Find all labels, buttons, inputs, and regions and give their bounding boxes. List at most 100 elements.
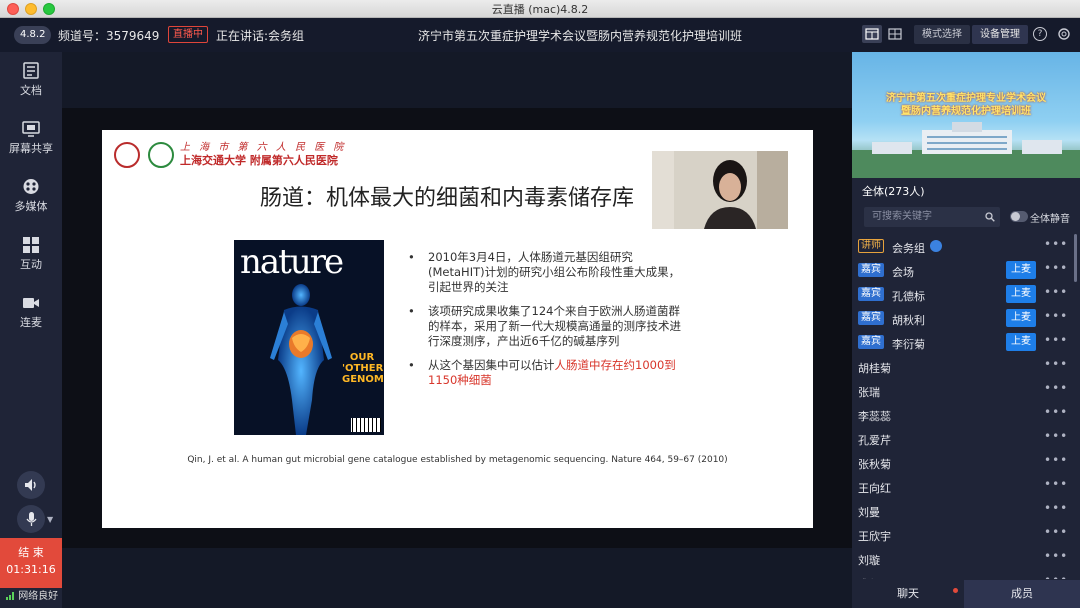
microphone-icon bbox=[26, 512, 37, 526]
more-options-icon[interactable]: ••• bbox=[1044, 333, 1068, 347]
member-name: 胡桂菊 bbox=[858, 362, 891, 375]
sidebar-item-label: 多媒体 bbox=[14, 200, 48, 213]
more-options-icon[interactable]: ••• bbox=[1044, 501, 1068, 515]
hospital-name: 上 海 市 第 六 人 民 医 院 上海交通大学 附属第六人民医院 bbox=[180, 142, 346, 167]
invite-mic-button[interactable]: 上麦 bbox=[1006, 285, 1036, 303]
member-row[interactable]: 嘉宾 胡秋利 上麦 ••• bbox=[852, 306, 1080, 330]
bullet-text: 该项研究成果收集了124个来自于欧洲人肠道菌群的样本，采用了新一代大规模高通量的… bbox=[428, 304, 681, 348]
member-list: 讲师 会务组 ••• 嘉宾 会场 上麦 ••• 嘉宾 孔德标 上麦 ••• 嘉宾 胡秋利 上麦 ••• 嘉宾李… bbox=[852, 234, 1080, 579]
settings-icon[interactable] bbox=[1056, 26, 1072, 45]
member-row[interactable]: 讲师 会务组 ••• bbox=[852, 234, 1080, 258]
left-toolbar: 文档 屏幕共享 多媒体 互动 连麦 ▼ 结 束 01:31:16 bbox=[0, 52, 62, 608]
citation: Qin, J. et al. A human gut microbial gen… bbox=[187, 455, 728, 465]
member-row[interactable]: 嘉宾 李衍菊 上麦 ••• bbox=[852, 330, 1080, 354]
member-name: 李蕊蕊 bbox=[858, 410, 891, 423]
help-icon[interactable]: ? bbox=[1033, 27, 1047, 41]
sidebar-item-document[interactable]: 文档 bbox=[0, 62, 62, 98]
screen-share-icon bbox=[22, 121, 40, 137]
member-row[interactable]: 孔爱芹 ••• bbox=[852, 426, 1080, 450]
cover-headline: OUR 'OTHER' GENOME bbox=[342, 352, 384, 385]
member-row[interactable]: 嘉宾 孔德标 上麦 ••• bbox=[852, 282, 1080, 306]
grid-icon bbox=[23, 237, 39, 253]
invite-mic-button[interactable]: 上麦 bbox=[1006, 333, 1036, 351]
end-live-button[interactable]: 结 束 01:31:16 bbox=[0, 538, 62, 588]
network-status-text: 网络良好 bbox=[18, 591, 59, 602]
mute-all-label: 全体静音 bbox=[1030, 214, 1070, 225]
more-options-icon[interactable]: ••• bbox=[1044, 237, 1068, 251]
more-options-icon[interactable]: ••• bbox=[1044, 285, 1068, 299]
live-duration: 01:31:16 bbox=[6, 563, 56, 576]
member-row[interactable]: 王欣宇 ••• bbox=[852, 522, 1080, 546]
sidebar-item-label: 连麦 bbox=[20, 316, 42, 329]
member-list-scrollbar[interactable] bbox=[1074, 234, 1077, 282]
tab-chat[interactable]: 聊天 bbox=[852, 580, 964, 608]
more-options-icon[interactable]: ••• bbox=[1044, 453, 1068, 467]
presenter-video bbox=[652, 151, 788, 229]
member-row[interactable]: 盛馨 ••• bbox=[852, 570, 1080, 579]
more-options-icon[interactable]: ••• bbox=[1044, 477, 1068, 491]
member-name: 会场 bbox=[892, 266, 914, 279]
search-icon[interactable] bbox=[985, 212, 995, 222]
member-search-input[interactable]: 可搜索关键字 bbox=[864, 207, 1000, 227]
presentation-stage: 上 海 市 第 六 人 民 医 院 上海交通大学 附属第六人民医院 肠道：机体最… bbox=[62, 52, 852, 608]
member-row[interactable]: 刘璇 ••• bbox=[852, 546, 1080, 570]
sidebar-item-interaction[interactable]: 互动 bbox=[0, 236, 62, 272]
event-banner: 济宁市第五次重症护理专业学术会议 暨肠内营养规范化护理培训班 bbox=[852, 52, 1080, 178]
bullet-item: 2010年3月4日，人体肠道元基因组研究(MetaHIT)计划的研究小组公布阶段… bbox=[408, 250, 688, 295]
more-options-icon[interactable]: ••• bbox=[1044, 405, 1068, 419]
device-manage-button[interactable]: 设备管理 bbox=[972, 25, 1028, 44]
member-name: 孔德标 bbox=[892, 290, 925, 303]
member-row[interactable]: 张瑞 ••• bbox=[852, 378, 1080, 402]
sidebar-item-screen-share[interactable]: 屏幕共享 bbox=[0, 120, 62, 156]
member-name: 王向红 bbox=[858, 482, 891, 495]
more-options-icon[interactable]: ••• bbox=[1044, 309, 1068, 323]
hospital-seal-logo bbox=[114, 142, 140, 168]
more-options-icon[interactable]: ••• bbox=[1044, 381, 1068, 395]
more-options-icon[interactable]: ••• bbox=[1044, 261, 1068, 275]
more-options-icon[interactable]: ••• bbox=[1044, 549, 1068, 563]
member-name: 王欣宇 bbox=[858, 530, 891, 543]
camera-icon bbox=[23, 298, 39, 308]
layout-single-icon[interactable] bbox=[862, 25, 882, 43]
search-placeholder: 可搜索关键字 bbox=[872, 211, 932, 222]
member-name: 李衍菊 bbox=[892, 338, 925, 351]
invite-mic-button[interactable]: 上麦 bbox=[1006, 261, 1036, 279]
more-options-icon[interactable]: ••• bbox=[1044, 525, 1068, 539]
layout-grid-icon[interactable] bbox=[885, 25, 905, 43]
more-options-icon[interactable]: ••• bbox=[1044, 573, 1068, 579]
member-row[interactable]: 王向红 ••• bbox=[852, 474, 1080, 498]
channel-number: 频道号：3579649 bbox=[58, 29, 160, 43]
member-name: 孔爱芹 bbox=[858, 434, 891, 447]
member-row[interactable]: 刘曼 ••• bbox=[852, 498, 1080, 522]
presenter-camera bbox=[652, 151, 788, 229]
invite-mic-button[interactable]: 上麦 bbox=[1006, 309, 1036, 327]
mute-all-toggle[interactable] bbox=[1010, 211, 1028, 222]
slide-viewport: 上 海 市 第 六 人 民 医 院 上海交通大学 附属第六人民医院 肠道：机体最… bbox=[62, 108, 852, 548]
hospital-name-line2: 上海交通大学 附属第六人民医院 bbox=[180, 154, 338, 167]
member-row[interactable]: 张秋菊 ••• bbox=[852, 450, 1080, 474]
slide: 上 海 市 第 六 人 民 医 院 上海交通大学 附属第六人民医院 肠道：机体最… bbox=[102, 130, 813, 528]
mode-select-button[interactable]: 模式选择 bbox=[914, 25, 970, 44]
bullet-list: 2010年3月4日，人体肠道元基因组研究(MetaHIT)计划的研究小组公布阶段… bbox=[408, 250, 688, 397]
member-name: 张秋菊 bbox=[858, 458, 891, 471]
sidebar-item-media[interactable]: 多媒体 bbox=[0, 178, 62, 214]
right-panel: 济宁市第五次重症护理专业学术会议 暨肠内营养规范化护理培训班 全体(273人) … bbox=[852, 52, 1080, 608]
university-logo bbox=[148, 142, 174, 168]
more-options-icon[interactable]: ••• bbox=[1044, 357, 1068, 371]
meeting-title: 济宁市第五次重症护理学术会议暨肠内营养规范化护理培训班 bbox=[417, 29, 742, 43]
microphone-button[interactable] bbox=[17, 505, 45, 533]
sidebar-item-co-host[interactable]: 连麦 bbox=[0, 294, 62, 330]
member-row[interactable]: 嘉宾 会场 上麦 ••• bbox=[852, 258, 1080, 282]
more-options-icon[interactable]: ••• bbox=[1044, 429, 1068, 443]
hospital-name-line1: 上 海 市 第 六 人 民 医 院 bbox=[180, 142, 347, 153]
speaker-button[interactable] bbox=[17, 471, 45, 499]
member-row[interactable]: 胡桂菊 ••• bbox=[852, 354, 1080, 378]
tab-label: 聊天 bbox=[897, 587, 919, 600]
member-count: 全体(273人) bbox=[862, 185, 925, 198]
banner-title-line1: 济宁市第五次重症护理专业学术会议 bbox=[886, 93, 1046, 104]
tab-members[interactable]: 成员 bbox=[964, 580, 1080, 608]
guest-badge: 嘉宾 bbox=[858, 263, 884, 277]
mic-dropdown-icon[interactable]: ▼ bbox=[47, 515, 53, 524]
version-badge: 4.8.2 bbox=[14, 26, 52, 44]
member-row[interactable]: 李蕊蕊 ••• bbox=[852, 402, 1080, 426]
